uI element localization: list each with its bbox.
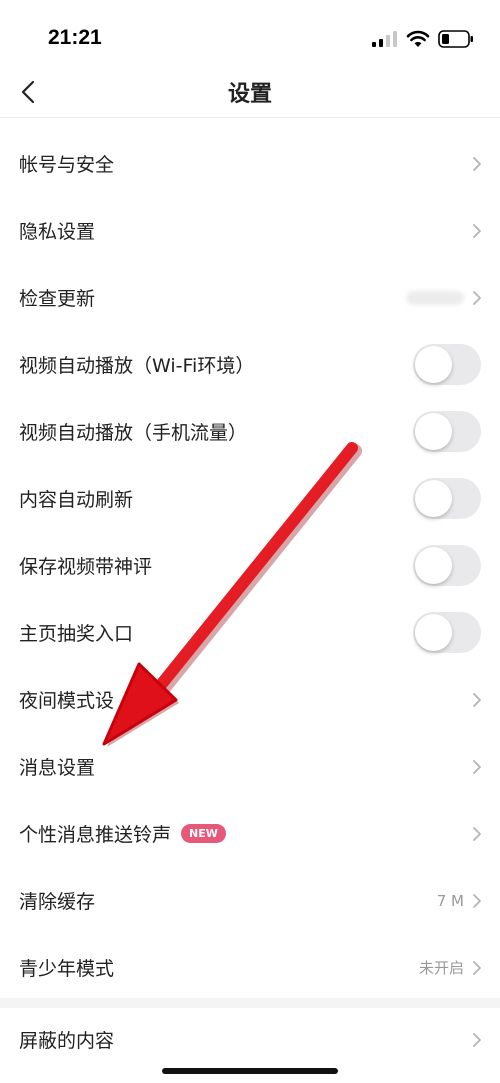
settings-item-check-update[interactable]: 检查更新	[0, 264, 500, 331]
settings-item-label: 检查更新	[19, 288, 96, 310]
settings-item-label: 视频自动播放（Wi-Fi环境）	[19, 355, 255, 377]
status-time: 21:21	[48, 26, 102, 49]
auto-refresh-toggle[interactable]	[413, 478, 481, 519]
chevron-right-icon	[473, 960, 481, 975]
settings-item-video-autoplay-wifi: 视频自动播放（Wi-Fi环境）	[0, 331, 500, 398]
settings-item-push-ringtone[interactable]: 个性消息推送铃声 NEW	[0, 800, 500, 867]
settings-item-save-video-comment: 保存视频带神评	[0, 532, 500, 599]
settings-item-night-mode[interactable]: 夜间模式设	[0, 666, 500, 733]
settings-list: 帐号与安全 隐私设置 检查更新 视频自动播放（Wi-Fi环境） 视频自动播放（手…	[0, 130, 500, 1001]
settings-item-video-autoplay-mobile: 视频自动播放（手机流量）	[0, 398, 500, 465]
blurred-version-text	[406, 290, 464, 305]
chevron-right-icon	[473, 893, 481, 908]
page-title: 设置	[227, 82, 272, 107]
settings-item-label: 屏蔽的内容	[19, 1030, 115, 1052]
chevron-right-icon	[473, 223, 481, 238]
settings-item-label: 保存视频带神评	[19, 556, 153, 578]
settings-item-auto-refresh: 内容自动刷新	[0, 465, 500, 532]
settings-item-label: 视频自动播放（手机流量）	[19, 422, 248, 444]
settings-item-privacy[interactable]: 隐私设置	[0, 197, 500, 264]
chevron-right-icon	[473, 156, 481, 171]
lottery-entry-toggle[interactable]	[413, 612, 481, 653]
cache-size-value: 7 M	[436, 891, 464, 910]
video-autoplay-mobile-toggle[interactable]	[413, 411, 481, 452]
chevron-right-icon	[473, 692, 481, 707]
settings-item-label: 青少年模式	[19, 958, 115, 980]
toggle-knob	[415, 614, 452, 651]
chevron-right-icon	[473, 759, 481, 774]
settings-item-label: 夜间模式设	[19, 690, 115, 712]
toggle-knob	[415, 480, 452, 517]
settings-list-secondary: 屏蔽的内容	[0, 1006, 500, 1073]
settings-item-lottery-entry: 主页抽奖入口	[0, 599, 500, 666]
home-indicator	[162, 1068, 338, 1074]
settings-item-label: 个性消息推送铃声	[19, 824, 172, 846]
settings-item-label: 主页抽奖入口	[19, 623, 134, 645]
toggle-knob	[415, 547, 452, 584]
save-video-comment-toggle[interactable]	[413, 545, 481, 586]
status-bar: 21:21	[0, 0, 500, 66]
toggle-knob	[415, 413, 452, 450]
video-autoplay-wifi-toggle[interactable]	[413, 344, 481, 385]
settings-item-youth-mode[interactable]: 青少年模式 未开启	[0, 934, 500, 1001]
settings-item-message-settings[interactable]: 消息设置	[0, 733, 500, 800]
wifi-icon	[406, 30, 430, 47]
chevron-right-icon	[473, 290, 481, 305]
settings-item-label: 内容自动刷新	[19, 489, 134, 511]
settings-item-label: 隐私设置	[19, 221, 96, 243]
settings-item-blocked-content[interactable]: 屏蔽的内容	[0, 1006, 500, 1073]
settings-item-label: 消息设置	[19, 757, 96, 779]
settings-item-label: 清除缓存	[19, 891, 96, 913]
settings-item-account-security[interactable]: 帐号与安全	[0, 130, 500, 197]
settings-item-clear-cache[interactable]: 清除缓存 7 M	[0, 867, 500, 934]
chevron-right-icon	[473, 826, 481, 841]
status-icons	[372, 28, 474, 50]
settings-item-label: 帐号与安全	[19, 154, 115, 176]
toggle-knob	[415, 346, 452, 383]
youth-mode-status: 未开启	[418, 959, 464, 977]
cellular-signal-icon	[372, 31, 397, 47]
navigation-bar: 设置	[0, 66, 500, 118]
new-badge: NEW	[181, 824, 226, 843]
battery-icon	[438, 30, 473, 48]
chevron-right-icon	[473, 1032, 481, 1047]
